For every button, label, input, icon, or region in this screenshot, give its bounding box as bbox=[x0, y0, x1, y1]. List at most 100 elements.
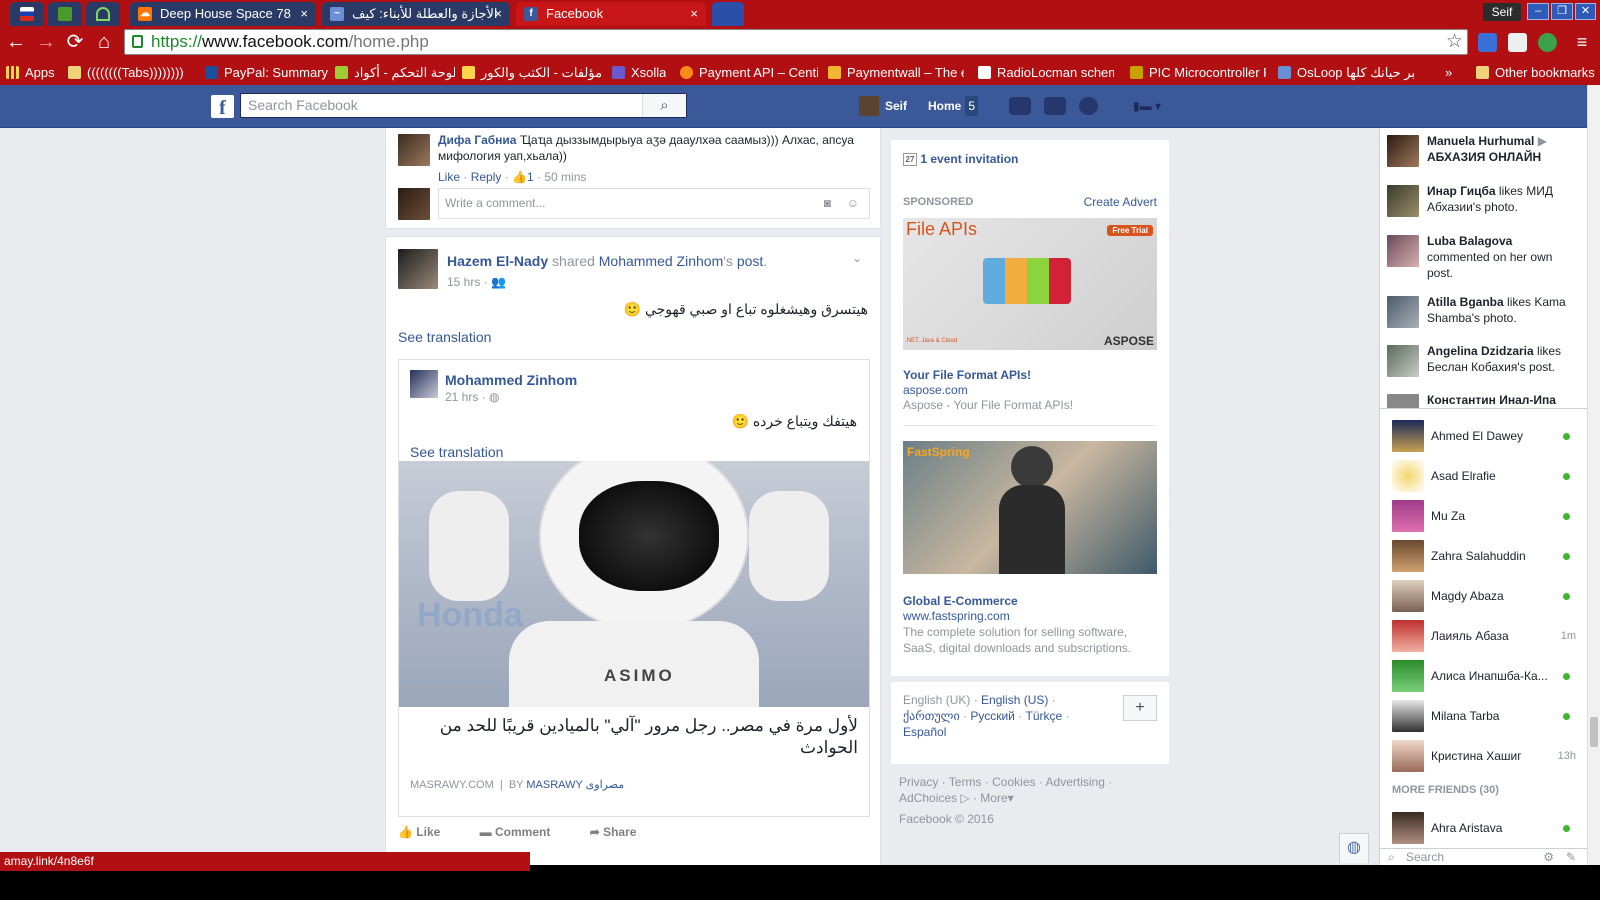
language-link[interactable]: ქართული bbox=[903, 709, 960, 723]
bookmark-overflow-chevron[interactable]: » bbox=[1445, 64, 1452, 81]
post-options-chevron-icon[interactable]: ⌄ bbox=[852, 251, 862, 265]
bookmark-osloop[interactable]: OsLoop خبر حيانك كلها bbox=[1278, 64, 1414, 81]
reload-icon[interactable]: ⟳ bbox=[63, 31, 87, 55]
chat-globe-icon[interactable]: ◍ bbox=[1339, 833, 1369, 863]
chat-friend[interactable]: Лаияль Абаза 1m bbox=[1380, 617, 1587, 655]
page-scrollbar[interactable] bbox=[1587, 85, 1600, 865]
terms-link[interactable]: Terms bbox=[949, 775, 982, 789]
cookies-link[interactable]: Cookies bbox=[992, 775, 1035, 789]
bookmark-star-icon[interactable]: ☆ bbox=[1446, 30, 1463, 54]
chat-friend[interactable]: Ahra Aristava bbox=[1380, 809, 1587, 847]
avatar[interactable] bbox=[398, 134, 430, 166]
chat-friend[interactable]: Mu Za bbox=[1380, 497, 1587, 535]
chat-options-gear-icon[interactable]: ⚙ bbox=[1543, 849, 1554, 865]
language-link[interactable]: English (US) bbox=[981, 693, 1048, 707]
new-tab-button[interactable] bbox=[712, 2, 744, 26]
ad-title[interactable]: Global E-Commerce bbox=[903, 594, 1018, 608]
account-menu-icon[interactable]: ▮▬ ▾ bbox=[1133, 97, 1167, 115]
comment-reply-link[interactable]: Reply bbox=[471, 170, 502, 184]
ticker-item[interactable]: Luba Balagova commented on her own post. bbox=[1380, 233, 1573, 281]
language-link[interactable]: Русский bbox=[970, 709, 1015, 723]
write-comment-input[interactable]: Write a comment... ◙ ☺ bbox=[438, 188, 870, 219]
bookmark-radiolocman[interactable]: RadioLocman schem bbox=[978, 64, 1114, 81]
post-time[interactable]: 15 hrs · 👥 bbox=[447, 275, 506, 289]
pinned-tab-wifi[interactable] bbox=[86, 2, 120, 26]
ad-url[interactable]: www.fastspring.com bbox=[903, 609, 1010, 623]
ticker-item[interactable]: Manuela Hurhumal ▶ АБХАЗИЯ ОНЛАЙН bbox=[1380, 133, 1573, 167]
avatar[interactable] bbox=[398, 249, 438, 289]
post-author[interactable]: Hazem El-Nady bbox=[447, 253, 548, 269]
profile-link[interactable]: Seif bbox=[859, 96, 907, 116]
language-link[interactable]: Español bbox=[903, 725, 946, 739]
bookmark-pic[interactable]: PIC Microcontroller F bbox=[1130, 64, 1266, 81]
chat-friend[interactable]: Ahmed El Dawey bbox=[1380, 417, 1587, 455]
minimize-button[interactable]: – bbox=[1527, 3, 1549, 20]
home-link[interactable]: Home 5 bbox=[928, 96, 979, 116]
chat-friend[interactable]: Asad Elrafie bbox=[1380, 457, 1587, 495]
ad-image-fastspring[interactable]: FastSpring bbox=[903, 441, 1157, 574]
emoji-icon[interactable]: ☺ bbox=[847, 189, 859, 218]
ad-url[interactable]: aspose.com bbox=[903, 383, 968, 397]
shared-post-time[interactable]: 21 hrs · ◍ bbox=[445, 390, 500, 404]
profile-button[interactable]: Seif bbox=[1483, 3, 1521, 21]
comment-button[interactable]: ▬ Comment bbox=[480, 825, 551, 839]
chat-friend[interactable]: Кристина Хашиг 13h bbox=[1380, 737, 1587, 775]
chat-friend[interactable]: Magdy Abaza bbox=[1380, 577, 1587, 615]
bookmark-control-panel[interactable]: لوحة التحكم - أكواد bbox=[335, 64, 455, 81]
bookmark-books[interactable]: مؤلفات - الكتب والكور bbox=[462, 64, 602, 81]
globe-extension-icon[interactable] bbox=[1538, 33, 1557, 52]
chat-friend[interactable]: Zahra Salahuddin bbox=[1380, 537, 1587, 575]
chat-friend[interactable]: Milana Tarba bbox=[1380, 697, 1587, 735]
create-advert-link[interactable]: Create Advert bbox=[1084, 195, 1157, 209]
share-button[interactable]: ➦ Share bbox=[590, 825, 637, 839]
scrollbar-thumb[interactable] bbox=[1590, 717, 1598, 747]
back-icon[interactable]: ← bbox=[4, 31, 28, 55]
see-translation-link[interactable]: See translation bbox=[410, 444, 503, 460]
ticker-item[interactable]: Инар Гицба likes МИД Абхазии's photo. bbox=[1380, 183, 1573, 217]
close-tab-icon[interactable]: × bbox=[690, 2, 698, 26]
bookmark-payment-api[interactable]: Payment API – Centi bbox=[680, 64, 818, 81]
bookmark-apps[interactable]: Apps bbox=[6, 64, 55, 81]
compose-icon[interactable]: ✎ bbox=[1566, 849, 1576, 865]
ticker-item[interactable]: Angelina Dzidzaria likes Беслан Кобахия'… bbox=[1380, 343, 1573, 377]
menu-icon[interactable]: ≡ bbox=[1570, 31, 1594, 55]
facebook-search-input[interactable]: Search Facebook bbox=[240, 93, 687, 118]
bookmark-paymentwall[interactable]: Paymentwall – The e bbox=[828, 64, 964, 81]
tab-facebook[interactable]: f Facebook × bbox=[516, 2, 706, 26]
shared-post-author[interactable]: Mohammed Zinhom bbox=[445, 372, 577, 388]
close-tab-icon[interactable]: × bbox=[494, 2, 502, 26]
chat-search-input[interactable]: ⌕ Search ⚙ ✎ bbox=[1380, 848, 1587, 865]
ticker-item[interactable]: Константин Инал-Ипа bbox=[1380, 392, 1573, 408]
bookmark-folder[interactable]: ((((((((Tabs)))))))) bbox=[68, 64, 184, 81]
see-translation-link[interactable]: See translation bbox=[398, 329, 491, 345]
close-window-button[interactable]: ✕ bbox=[1575, 3, 1596, 20]
bookmark-paypal[interactable]: PayPal: Summary bbox=[205, 64, 328, 81]
advertising-link[interactable]: Advertising bbox=[1046, 775, 1105, 789]
post-link[interactable]: post bbox=[737, 253, 763, 269]
tab-arabic-article[interactable]: ~ الأجازة والعطلة للأبناء: كيف × bbox=[322, 2, 510, 26]
link-headline[interactable]: لأول مرة في مصر.. رجل مرور "آلي" بالمياد… bbox=[410, 715, 858, 759]
comment-likes-count[interactable]: 1 bbox=[527, 170, 534, 184]
home-icon[interactable]: ⌂ bbox=[92, 31, 116, 55]
facebook-logo-icon[interactable]: f bbox=[211, 95, 234, 119]
tab-deep-house[interactable]: ☁ Deep House Space 78 × bbox=[130, 2, 316, 26]
language-link[interactable]: Türkçe bbox=[1026, 709, 1063, 723]
like-button[interactable]: 👍 Like bbox=[398, 825, 440, 839]
add-language-button[interactable]: + bbox=[1123, 695, 1157, 721]
avatar[interactable] bbox=[410, 370, 438, 398]
extension-icon[interactable] bbox=[1508, 33, 1527, 52]
notifications-icon[interactable] bbox=[1079, 97, 1098, 115]
event-invitations[interactable]: 27 1 event invitation bbox=[903, 152, 1018, 167]
bookmark-xsolla[interactable]: Xsolla bbox=[612, 64, 666, 81]
forward-icon[interactable]: → bbox=[34, 31, 58, 55]
ticker-item[interactable]: Atilla Bganba likes Kama Shamba's photo. bbox=[1380, 294, 1573, 328]
link-preview-image[interactable]: Honda ASIMO bbox=[399, 461, 869, 707]
pinned-tab-rt[interactable] bbox=[48, 2, 82, 26]
privacy-link[interactable]: Privacy bbox=[899, 775, 938, 789]
address-bar[interactable]: https://www.facebook.com/home.php ☆ bbox=[124, 29, 1468, 55]
translate-extension-icon[interactable] bbox=[1478, 33, 1497, 52]
original-author-link[interactable]: Mohammed Zinhom bbox=[599, 253, 724, 269]
camera-icon[interactable]: ◙ bbox=[824, 189, 831, 218]
bookmark-other[interactable]: Other bookmarks bbox=[1476, 64, 1595, 81]
ad-image-aspose[interactable]: File APIs Free Trial .NET, Java & Cloud … bbox=[903, 218, 1157, 350]
